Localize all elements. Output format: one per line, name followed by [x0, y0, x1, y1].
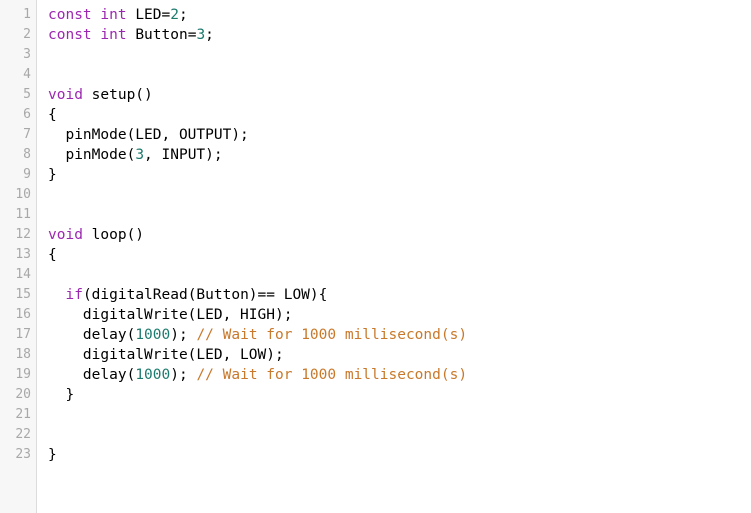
line-number: 4	[23, 67, 31, 82]
code-line[interactable]	[48, 185, 751, 205]
code-line[interactable]: const int LED=2;	[48, 5, 751, 25]
line-number: 16	[15, 307, 31, 322]
code-token-plain: LED=	[126, 7, 171, 23]
line-number: 15	[15, 287, 31, 302]
code-token-plain: );	[170, 367, 197, 383]
line-number: 23	[15, 447, 31, 462]
code-line[interactable]	[48, 265, 751, 285]
code-token-keyword: void	[48, 227, 83, 243]
code-token-plain: }	[48, 447, 57, 463]
code-token-plain: {	[48, 107, 57, 123]
line-number: 8	[23, 147, 31, 162]
code-line[interactable]	[48, 425, 751, 445]
code-token-keyword: const	[48, 7, 92, 23]
line-number: 10	[15, 187, 31, 202]
code-token-plain: {	[48, 247, 57, 263]
code-token-plain: loop()	[82, 227, 145, 243]
code-token-comment: // Wait for 1000 millisecond(s)	[196, 367, 468, 383]
line-number: 5	[23, 87, 31, 102]
line-number: 21	[15, 407, 31, 422]
line-number-gutter: 1 2 3 4 5 6 7 8 9 10 11 12 13 14 15 16 17 18 19 20 21 22 23	[0, 0, 37, 513]
line-number: 9	[23, 167, 31, 182]
line-number: 19	[15, 367, 31, 382]
code-line[interactable]: digitalWrite(LED, LOW);	[48, 345, 751, 365]
line-number: 12	[15, 227, 31, 242]
code-token-plain: }	[48, 167, 57, 183]
code-line[interactable]: pinMode(3, INPUT);	[48, 145, 751, 165]
code-token-plain: Button=	[126, 27, 197, 43]
code-line[interactable]	[48, 405, 751, 425]
code-line[interactable]: void setup()	[48, 85, 751, 105]
code-token-plain: pinMode(LED, OUTPUT);	[48, 127, 249, 143]
code-line[interactable]: void loop()	[48, 225, 751, 245]
code-token-keyword: int	[100, 27, 127, 43]
code-token-plain: , INPUT);	[144, 147, 223, 163]
code-token-plain: }	[48, 387, 75, 403]
code-token-plain: ;	[205, 27, 214, 43]
code-content-area[interactable]: const int LED=2; const int Button=3; void…	[37, 0, 751, 513]
code-line[interactable]	[48, 65, 751, 85]
code-editor[interactable]: 1 2 3 4 5 6 7 8 9 10 11 12 13 14 15 16 17 18 19 20 21 22 23 co…	[0, 0, 751, 513]
code-line[interactable]: if(digitalRead(Button)== LOW){	[48, 285, 751, 305]
code-token-plain: setup()	[82, 87, 153, 103]
code-line[interactable]	[48, 45, 751, 65]
code-token-number: 1000	[135, 367, 171, 383]
code-token-number: 3	[196, 27, 206, 43]
code-token-keyword: const	[48, 27, 92, 43]
code-token-plain: );	[170, 327, 197, 343]
code-token-plain: delay(	[48, 367, 136, 383]
code-token-number: 2	[170, 7, 179, 23]
line-number: 17	[15, 327, 31, 342]
line-number: 11	[15, 207, 31, 222]
code-line[interactable]: }	[48, 165, 751, 185]
line-number: 18	[15, 347, 31, 362]
line-number: 1	[23, 7, 31, 22]
code-token-keyword: if	[65, 287, 83, 303]
code-line[interactable]: pinMode(LED, OUTPUT);	[48, 125, 751, 145]
code-line[interactable]: {	[48, 105, 751, 125]
code-line[interactable]: }	[48, 385, 751, 405]
code-token-plain: ;	[178, 7, 188, 23]
code-line[interactable]: {	[48, 245, 751, 265]
code-line[interactable]: digitalWrite(LED, HIGH);	[48, 305, 751, 325]
code-line[interactable]	[48, 205, 751, 225]
line-number: 13	[15, 247, 31, 262]
code-token-comment: // Wait for 1000 millisecond(s)	[196, 327, 468, 343]
code-line[interactable]: }	[48, 445, 751, 465]
code-line[interactable]: delay(1000); // Wait for 1000 millisecon…	[48, 325, 751, 345]
line-number: 22	[15, 427, 31, 442]
line-number: 7	[23, 127, 31, 142]
code-token-keyword: void	[48, 87, 83, 103]
line-number: 3	[23, 47, 31, 62]
code-token-plain: digitalWrite(LED, HIGH);	[48, 307, 293, 323]
line-number: 20	[15, 387, 31, 402]
code-line[interactable]: const int Button=3;	[48, 25, 751, 45]
line-number: 2	[23, 27, 31, 42]
line-number: 14	[15, 267, 31, 282]
code-token-number: 1000	[135, 327, 171, 343]
code-token-plain: pinMode(	[48, 147, 136, 163]
code-token-keyword: int	[100, 7, 127, 23]
code-token-number: 3	[135, 147, 145, 163]
code-token-plain: delay(	[48, 327, 136, 343]
line-number: 6	[23, 107, 31, 122]
code-token-plain: digitalWrite(LED, LOW);	[48, 347, 284, 363]
code-token-plain: (digitalRead(Button)== LOW){	[82, 287, 328, 303]
code-line[interactable]: delay(1000); // Wait for 1000 millisecon…	[48, 365, 751, 385]
